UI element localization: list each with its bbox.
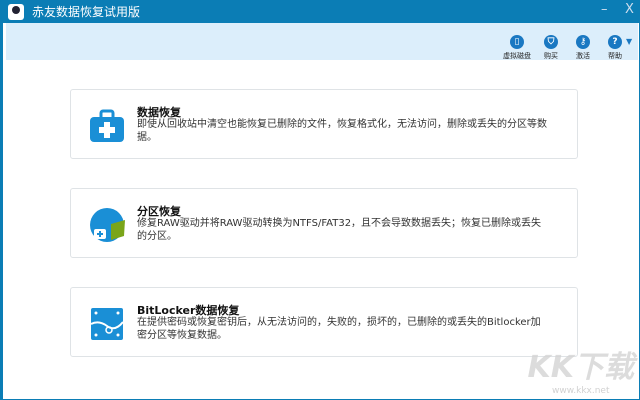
- card-description: 即使从回收站中清空也能恢复已删除的文件，恢复格式化，无法访问，删除或丢失的分区等…: [137, 119, 547, 143]
- toolbar: ▯ 虚拟磁盘 ⛉ 购买 ⚷ 激活 ? 帮助 ▼: [6, 23, 638, 60]
- card-description: 修复RAW驱动并将RAW驱动转换为NTFS/FAT32，且不会导致数据丢失；恢复…: [137, 218, 542, 242]
- card-description: 在提供密码或恢复密钥后，从无法访问的，失败的，损坏的，已删除的或丢失的Bitlo…: [137, 317, 541, 341]
- help-icon: ?: [608, 35, 622, 49]
- help-dropdown-icon[interactable]: ▼: [626, 37, 632, 46]
- card-partition-recovery[interactable]: 分区恢复 修复RAW驱动并将RAW驱动转换为NTFS/FAT32，且不会导致数据…: [70, 188, 578, 258]
- app-logo-icon: [8, 3, 24, 20]
- help-label: 帮助: [608, 52, 622, 60]
- help-button[interactable]: ? 帮助: [608, 35, 622, 61]
- disk-icon: ▯: [510, 35, 524, 49]
- buy-label: 购买: [544, 52, 558, 60]
- activate-label: 激活: [576, 52, 590, 60]
- title-bar: 赤友数据恢复试用版 – X: [3, 0, 640, 23]
- cart-icon: ⛉: [544, 35, 558, 49]
- medical-kit-icon: [90, 109, 124, 142]
- key-icon: ⚷: [576, 35, 590, 49]
- virtual-disk-button[interactable]: ▯ 虚拟磁盘: [503, 35, 531, 61]
- bitlocker-drive-icon: [90, 308, 124, 340]
- card-data-recovery[interactable]: 数据恢复 即使从回收站中清空也能恢复已删除的文件，恢复格式化，无法访问，删除或丢…: [70, 89, 578, 159]
- virtual-disk-label: 虚拟磁盘: [503, 52, 531, 60]
- watermark-url: www.kkx.net: [552, 386, 610, 396]
- activate-button[interactable]: ⚷ 激活: [576, 35, 590, 61]
- partition-pie-icon: [90, 208, 125, 242]
- watermark: KK下载 www.kkx.net: [528, 342, 635, 396]
- close-button[interactable]: X: [625, 2, 634, 17]
- window-title: 赤友数据恢复试用版: [32, 5, 141, 19]
- watermark-brand: KK下载: [527, 350, 635, 385]
- minimize-button[interactable]: –: [601, 2, 608, 17]
- card-bitlocker-recovery[interactable]: BitLocker数据恢复 在提供密码或恢复密钥后，从无法访问的，失败的，损坏的…: [70, 287, 578, 357]
- buy-button[interactable]: ⛉ 购买: [544, 35, 558, 61]
